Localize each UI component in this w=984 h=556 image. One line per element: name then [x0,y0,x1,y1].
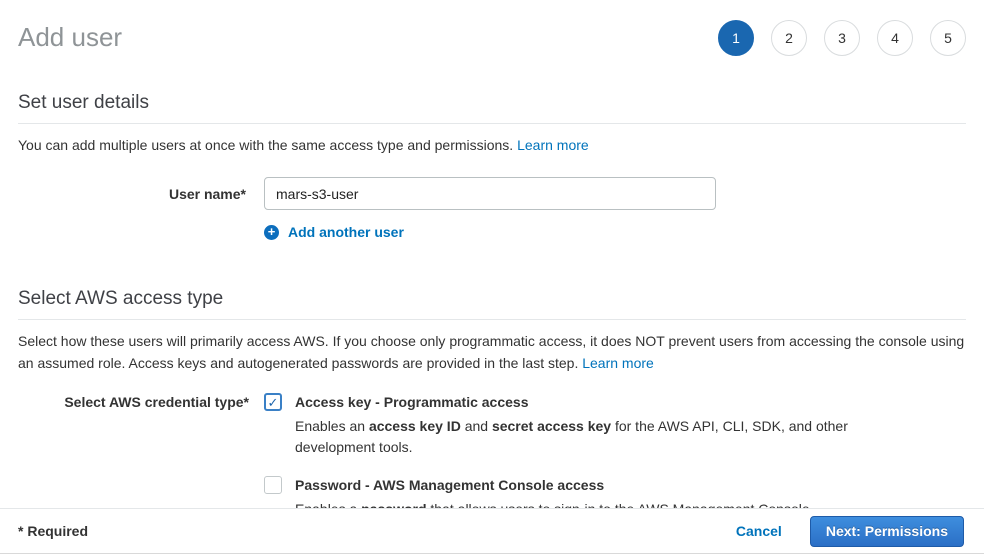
add-another-user-link[interactable]: Add another user [288,224,404,240]
step-4: 4 [877,20,913,56]
username-input[interactable] [264,177,716,210]
learn-more-link-user-details[interactable]: Learn more [517,137,589,153]
step-2: 2 [771,20,807,56]
access-key-checkbox[interactable]: ✓ [264,393,282,411]
access-key-option-desc: Enables an access key ID and secret acce… [295,416,848,458]
learn-more-link-access-type[interactable]: Learn more [582,355,654,371]
user-details-intro-text: You can add multiple users at once with … [18,137,513,153]
step-4-number: 4 [891,30,899,46]
cancel-button[interactable]: Cancel [736,523,782,539]
access-type-intro-text: Select how these users will primarily ac… [18,333,964,371]
next-permissions-button[interactable]: Next: Permissions [810,516,964,547]
desc-text-bold: access key ID [369,418,461,434]
username-label: User name* [18,186,246,202]
plus-circle-icon: + [264,225,279,240]
password-option-title: Password - AWS Management Console access [295,476,814,494]
page-header: Add user 1 2 3 4 5 [18,0,966,56]
username-row: User name* [18,177,966,210]
page-bottom-divider [0,553,984,554]
desc-text: Enables an [295,418,369,434]
add-user-wizard-page: Add user 1 2 3 4 5 Set user details You … [0,0,984,556]
step-5: 5 [930,20,966,56]
footer-actions: Cancel Next: Permissions [736,516,964,547]
wizard-footer: * Required Cancel Next: Permissions [0,508,984,553]
desc-text-bold: secret access key [492,418,611,434]
step-1-number: 1 [732,30,740,46]
required-note: * Required [18,523,88,539]
page-title: Add user [18,22,122,53]
credential-type-row: Select AWS credential type* ✓ Access key… [18,393,966,520]
step-5-number: 5 [944,30,952,46]
step-2-number: 2 [785,30,793,46]
access-type-intro: Select how these users will primarily ac… [18,330,966,374]
section-heading-user-details: Set user details [18,92,966,124]
credential-options: ✓ Access key - Programmatic access Enabl… [264,393,848,520]
checkmark-icon: ✓ [268,396,279,409]
wizard-step-indicator: 1 2 3 4 5 [718,20,966,56]
step-3-number: 3 [838,30,846,46]
add-another-user-row[interactable]: + Add another user [264,224,966,240]
section-heading-access-type: Select AWS access type [18,288,966,320]
user-details-intro: You can add multiple users at once with … [18,134,966,156]
credential-type-label: Select AWS credential type* [18,393,249,410]
access-key-option-title: Access key - Programmatic access [295,393,848,411]
step-1-current: 1 [718,20,754,56]
plus-glyph: + [268,225,276,238]
step-3: 3 [824,20,860,56]
option-access-key: ✓ Access key - Programmatic access Enabl… [264,393,848,458]
password-checkbox[interactable] [264,476,282,494]
access-key-option-body: Access key - Programmatic access Enables… [295,393,848,458]
desc-text: and [461,418,492,434]
